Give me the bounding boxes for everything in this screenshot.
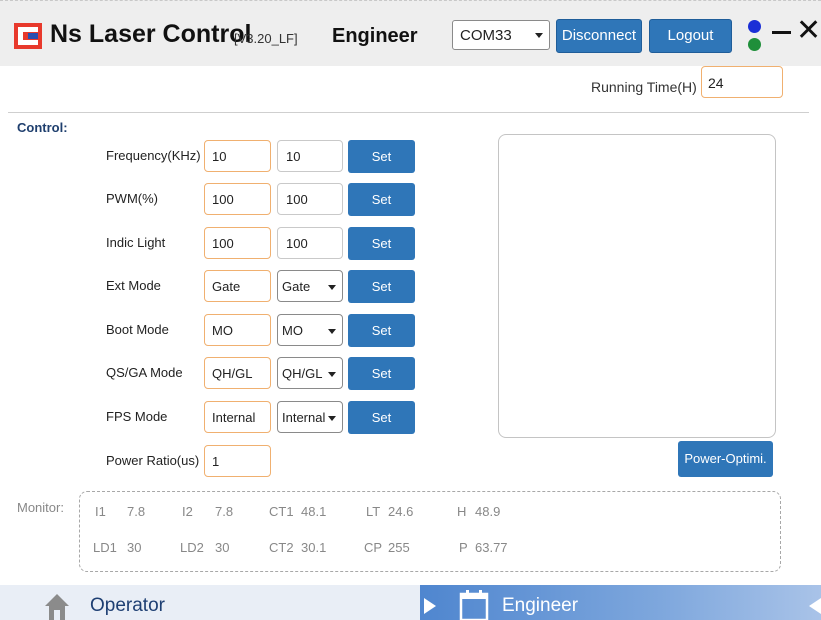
indic-light-current-field[interactable]: 100 (204, 227, 271, 259)
frequency-current-field[interactable]: 10 (204, 140, 271, 172)
user-role-label: Engineer (332, 25, 418, 47)
monitor-value-cp: 255 (388, 540, 410, 555)
monitor-section-label: Monitor: (17, 500, 64, 515)
chevron-down-icon (535, 33, 543, 38)
pwm-set-button[interactable]: Set (348, 183, 415, 216)
app-logo-icon (14, 23, 42, 49)
monitor-key-lt: LT (366, 504, 381, 519)
com-port-value: COM33 (460, 27, 512, 44)
pwm-current-field[interactable]: 100 (204, 183, 271, 215)
qs-ga-mode-current-field[interactable]: QH/GL (204, 357, 271, 389)
output-display-panel (498, 134, 776, 438)
qs-ga-mode-select-value: QH/GL (282, 366, 323, 381)
monitor-key-ld1: LD1 (93, 540, 117, 555)
ext-mode-current-field[interactable]: Gate (204, 270, 271, 302)
ext-mode-select-value: Gate (282, 279, 311, 294)
nav-arrow-icon (424, 598, 436, 614)
fps-mode-select[interactable]: Internal (277, 401, 343, 433)
running-time-label: Running Time(H) (591, 79, 697, 95)
control-section-label: Control: (17, 120, 68, 135)
monitor-key-ct1: CT1 (269, 504, 294, 519)
chevron-down-icon (328, 416, 336, 421)
status-indicator-green (748, 38, 761, 51)
running-time-field[interactable]: 24 (701, 66, 783, 98)
pwm-label: PWM(%) (106, 191, 158, 206)
fps-mode-current-field[interactable]: Internal (204, 401, 271, 433)
boot-mode-set-button[interactable]: Set (348, 314, 415, 347)
monitor-value-ct2: 30.1 (301, 540, 327, 555)
monitor-value-ct1: 48.1 (301, 504, 327, 519)
nav-back-arrow-icon[interactable] (809, 598, 821, 614)
pwm-input[interactable]: 100 (277, 183, 343, 215)
boot-mode-select-value: MO (282, 323, 303, 338)
boot-mode-label: Boot Mode (106, 322, 169, 337)
frequency-input[interactable]: 10 (277, 140, 343, 172)
boot-mode-select[interactable]: MO (277, 314, 343, 346)
app-window: Ns Laser Control [V3.20_LF] Engineer COM… (0, 0, 821, 620)
monitor-key-ct2: CT2 (269, 540, 294, 555)
power-optimize-button[interactable]: Power-Optimi. (678, 441, 773, 477)
ext-mode-set-button[interactable]: Set (348, 270, 415, 303)
frequency-label: Frequency(KHz) (106, 148, 201, 163)
monitor-key-i1: I1 (95, 504, 106, 519)
ext-mode-label: Ext Mode (106, 278, 161, 293)
title-bar-border (0, 0, 821, 2)
nav-operator-label: Operator (90, 595, 165, 616)
frequency-set-button[interactable]: Set (348, 140, 415, 173)
fps-mode-set-button[interactable]: Set (348, 401, 415, 434)
home-icon (45, 594, 69, 620)
title-bar: Ns Laser Control [V3.20_LF] Engineer COM… (0, 0, 821, 66)
engineer-icon (459, 590, 489, 620)
monitor-key-ld2: LD2 (180, 540, 204, 555)
power-ratio-label: Power Ratio(us) (106, 453, 200, 468)
chevron-down-icon (328, 372, 336, 377)
monitor-value-i1: 7.8 (127, 504, 146, 519)
nav-engineer-label: Engineer (502, 595, 579, 616)
indic-light-set-button[interactable]: Set (348, 227, 415, 260)
app-version: [V3.20_LF] (234, 31, 298, 46)
qs-ga-mode-select[interactable]: QH/GL (277, 357, 343, 389)
monitor-value-h: 48.9 (475, 504, 501, 519)
monitor-key-h: H (457, 504, 467, 519)
monitor-value-p: 63.77 (475, 540, 508, 555)
minimize-icon[interactable] (772, 31, 791, 34)
chevron-down-icon (328, 285, 336, 290)
monitor-value-i2: 7.8 (215, 504, 234, 519)
fps-mode-label: FPS Mode (106, 409, 168, 424)
boot-mode-current-field[interactable]: MO (204, 314, 271, 346)
chevron-down-icon (328, 329, 336, 334)
fps-mode-select-value: Internal (282, 410, 326, 425)
monitor-value-lt: 24.6 (388, 504, 414, 519)
status-indicator-blue (748, 20, 761, 33)
section-divider (8, 112, 809, 113)
power-ratio-field[interactable]: 1 (204, 445, 271, 477)
monitor-value-ld2: 30 (215, 540, 230, 555)
disconnect-button[interactable]: Disconnect (556, 19, 642, 53)
monitor-value-ld1: 30 (127, 540, 142, 555)
logout-button[interactable]: Logout (649, 19, 732, 53)
monitor-key-i2: I2 (182, 504, 193, 519)
com-port-select[interactable]: COM33 (452, 20, 550, 50)
qs-ga-mode-label: QS/GA Mode (106, 365, 183, 380)
indic-light-input[interactable]: 100 (277, 227, 343, 259)
ext-mode-select[interactable]: Gate (277, 270, 343, 302)
app-title: Ns Laser Control (50, 20, 252, 48)
indic-light-label: Indic Light (106, 235, 166, 250)
qs-ga-mode-set-button[interactable]: Set (348, 357, 415, 390)
monitor-key-p: P (459, 540, 468, 555)
close-icon[interactable]: ✕ (796, 16, 821, 46)
monitor-key-cp: CP (364, 540, 383, 555)
